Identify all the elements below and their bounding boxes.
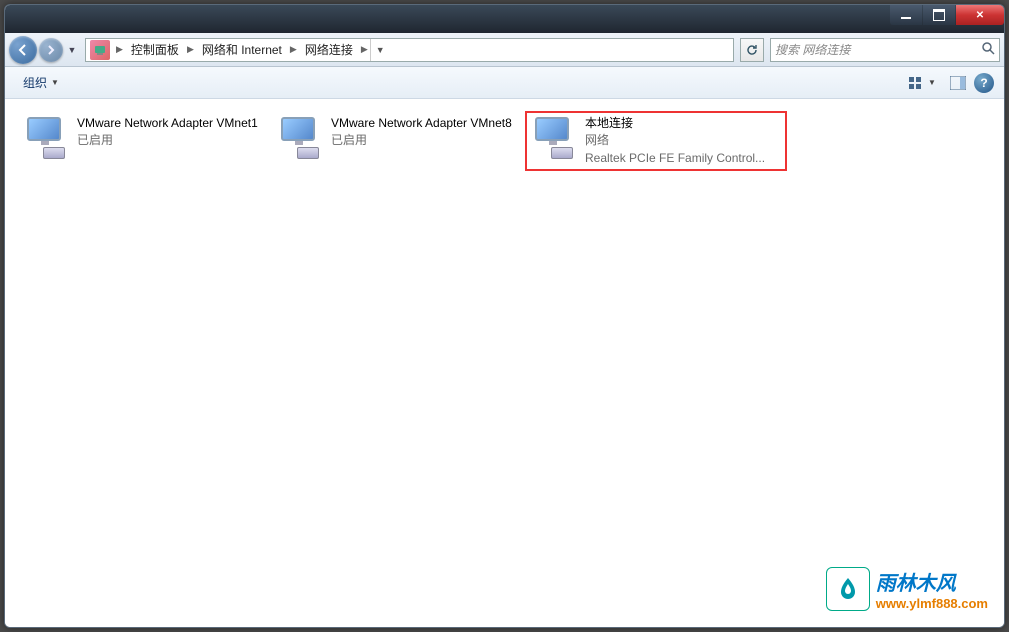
chevron-right-icon: ▶ (114, 44, 125, 55)
chevron-down-icon: ▼ (928, 78, 936, 87)
explorer-window: ▼ ▶ 控制面板 ▶ 网络和 Internet ▶ 网络连接 ▶ ▼ 搜索 网络… (4, 4, 1005, 628)
view-mode-button[interactable]: ▼ (902, 72, 942, 94)
close-button[interactable] (956, 5, 1004, 25)
nav-bar: ▼ ▶ 控制面板 ▶ 网络和 Internet ▶ 网络连接 ▶ ▼ 搜索 网络… (5, 33, 1004, 67)
location-icon (90, 40, 110, 60)
adapter-vmnet1[interactable]: VMware Network Adapter VMnet1 已启用 (17, 111, 267, 171)
network-adapter-icon (529, 115, 577, 163)
preview-pane-button[interactable] (946, 72, 970, 94)
network-adapter-icon (275, 115, 323, 163)
network-adapter-icon (21, 115, 69, 163)
address-dropdown[interactable]: ▼ (370, 39, 390, 61)
adapter-vmnet8[interactable]: VMware Network Adapter VMnet8 已启用 (271, 111, 521, 171)
adapter-local-connection[interactable]: 本地连接 网络 Realtek PCIe FE Family Control..… (525, 111, 787, 171)
adapter-device: Realtek PCIe FE Family Control... (585, 150, 765, 167)
watermark-url: www.ylmf888.com (876, 596, 988, 611)
arrow-right-icon (45, 44, 57, 56)
breadcrumb-network-connections[interactable]: 网络连接 (299, 41, 359, 58)
address-bar[interactable]: ▶ 控制面板 ▶ 网络和 Internet ▶ 网络连接 ▶ ▼ (85, 38, 734, 62)
adapter-name: VMware Network Adapter VMnet1 (77, 115, 258, 132)
breadcrumb-control-panel[interactable]: 控制面板 (125, 41, 185, 58)
watermark-logo-icon (826, 567, 870, 611)
nav-history-dropdown[interactable]: ▼ (65, 38, 79, 62)
chevron-right-icon: ▶ (185, 44, 196, 55)
minimize-button[interactable] (890, 5, 922, 25)
tiles-icon (908, 76, 922, 90)
organize-label: 组织 (23, 74, 47, 91)
preview-pane-icon (950, 76, 966, 90)
watermark: 雨林木风 www.ylmf888.com (826, 567, 988, 611)
toolbar-right: ▼ ? (902, 72, 994, 94)
adapter-status: 已启用 (331, 132, 512, 149)
title-bar[interactable] (5, 5, 1004, 33)
forward-button[interactable] (39, 38, 63, 62)
refresh-icon (745, 43, 759, 57)
window-controls (889, 5, 1004, 25)
arrow-left-icon (16, 43, 30, 57)
toolbar: 组织 ▼ ▼ ? (5, 67, 1004, 99)
adapter-network: 网络 (585, 132, 765, 149)
back-button[interactable] (9, 36, 37, 64)
watermark-title: 雨林木风 (876, 567, 988, 596)
breadcrumb-network-internet[interactable]: 网络和 Internet (196, 41, 288, 58)
adapter-name: 本地连接 (585, 115, 765, 132)
organize-button[interactable]: 组织 ▼ (15, 71, 67, 94)
chevron-right-icon: ▶ (359, 44, 370, 55)
search-input[interactable]: 搜索 网络连接 (770, 38, 1000, 62)
help-button[interactable]: ? (974, 73, 994, 93)
search-placeholder: 搜索 网络连接 (775, 41, 850, 58)
search-icon (981, 41, 995, 58)
chevron-right-icon: ▶ (288, 44, 299, 55)
maximize-button[interactable] (923, 5, 955, 25)
adapter-name: VMware Network Adapter VMnet8 (331, 115, 512, 132)
adapter-status: 已启用 (77, 132, 258, 149)
refresh-button[interactable] (740, 38, 764, 62)
chevron-down-icon: ▼ (51, 78, 59, 87)
content-area[interactable]: VMware Network Adapter VMnet1 已启用 VMware… (5, 99, 1004, 627)
